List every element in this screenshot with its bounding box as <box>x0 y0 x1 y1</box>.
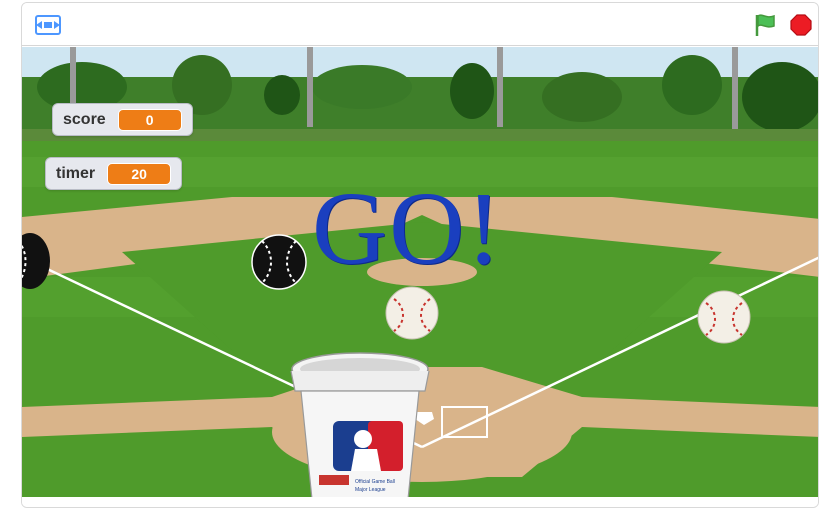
white-baseball <box>385 286 439 340</box>
player-toolbar <box>22 3 818 46</box>
svg-text:Major League: Major League <box>355 487 386 493</box>
black-baseball <box>251 234 307 290</box>
score-monitor[interactable]: score 0 <box>52 103 193 136</box>
score-label: score <box>63 110 106 128</box>
white-baseball <box>697 290 751 344</box>
svg-text:Official Game Ball: Official Game Ball <box>355 479 395 485</box>
scratch-player: Official Game Ball Major League GO! scor… <box>21 2 819 508</box>
score-value: 0 <box>117 108 182 131</box>
bucket-player[interactable]: Official Game Ball Major League <box>285 351 435 497</box>
timer-value: 20 <box>107 162 172 185</box>
stop-sign-icon[interactable] <box>790 14 812 36</box>
timer-monitor[interactable]: timer 20 <box>45 157 183 190</box>
go-message: GO! <box>312 171 503 286</box>
green-flag-icon[interactable] <box>752 12 778 38</box>
black-baseball-left-edge <box>22 233 50 289</box>
game-stage[interactable]: Official Game Ball Major League GO! scor… <box>22 47 818 497</box>
timer-label: timer <box>56 164 96 182</box>
stage-footer <box>22 497 818 507</box>
fullscreen-icon[interactable] <box>34 13 62 37</box>
